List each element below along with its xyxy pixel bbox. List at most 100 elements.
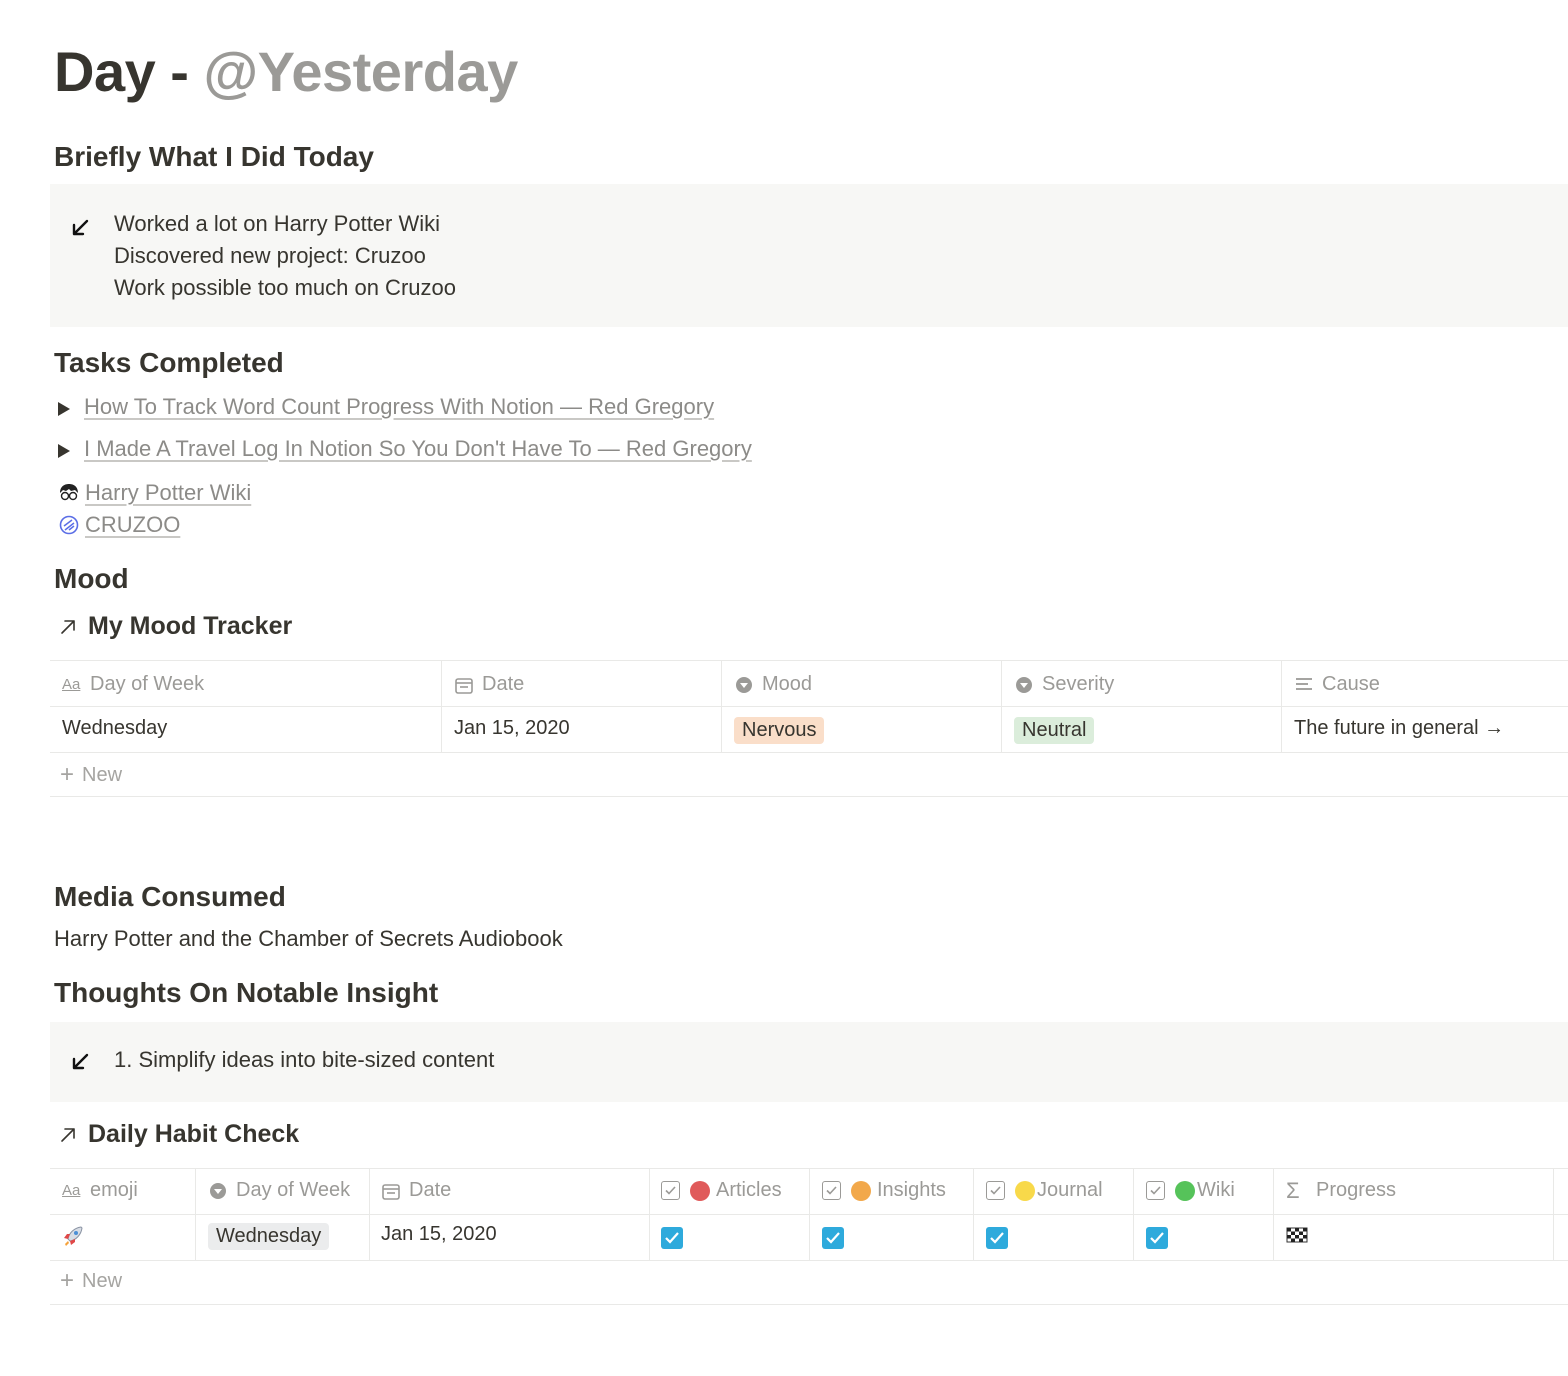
mood-tracker-label: My Mood Tracker (88, 612, 293, 640)
column-header-day[interactable]: Day of Week (208, 1179, 350, 1202)
cell-cause[interactable]: The future in general → (1294, 717, 1504, 740)
habit-title[interactable]: Daily Habit Check (58, 1120, 299, 1149)
task-link[interactable]: How To Track Word Count Progress With No… (84, 394, 714, 420)
checkbox-property-icon (822, 1181, 841, 1200)
journal-checkbox[interactable] (986, 1227, 1008, 1249)
articles-checkbox[interactable] (661, 1227, 683, 1249)
new-row-button[interactable]: + New (60, 1267, 122, 1295)
column-label: Progress (1316, 1179, 1397, 1201)
cell-severity[interactable]: Neutral (1014, 717, 1095, 744)
rocket-icon[interactable] (61, 1224, 85, 1248)
column-header-progress[interactable]: Σ Progress (1286, 1179, 1396, 1202)
cell-day[interactable]: Wednesday (208, 1223, 330, 1250)
checkbox-property-icon (661, 1181, 680, 1200)
media-text: Harry Potter and the Chamber of Secrets … (54, 926, 563, 951)
toggle-item[interactable]: I Made A Travel Log In Notion So You Don… (58, 436, 752, 462)
briefly-heading: Briefly What I Did Today (54, 141, 374, 172)
plus-icon: + (60, 761, 75, 788)
page-mention[interactable]: CRUZOO (58, 512, 180, 538)
column-label: Mood (762, 673, 813, 695)
checkered-flag-icon (1286, 1227, 1308, 1243)
cell-date[interactable]: Jan 15, 2020 (454, 717, 570, 740)
linked-database-arrow-icon (61, 1127, 75, 1142)
column-label: Cause (1322, 673, 1380, 695)
yellow-circle-icon (1015, 1180, 1035, 1201)
page-title: Day - @Yesterday (54, 38, 518, 105)
date-mention[interactable]: @Yesterday (204, 40, 519, 103)
checkbox-property-icon (986, 1181, 1005, 1200)
column-label: Day of Week (236, 1179, 351, 1201)
media-heading: Media Consumed (54, 881, 286, 912)
column-header-wiki[interactable]: Wiki (1146, 1179, 1235, 1202)
mood-tag: Nervous (734, 717, 825, 744)
new-row-button[interactable]: + New (60, 761, 122, 789)
mention-link[interactable]: Harry Potter Wiki (85, 480, 251, 506)
callout-text: Worked a lot on Harry Potter Wiki Discov… (114, 208, 456, 304)
arrow-down-left-icon (72, 219, 89, 236)
toggle-triangle-icon[interactable] (58, 402, 70, 416)
severity-tag: Neutral (1014, 717, 1095, 744)
calendar-icon (382, 1183, 400, 1200)
harry-potter-face-icon (60, 484, 78, 501)
column-label: emoji (90, 1179, 138, 1201)
column-label: Insights (877, 1179, 946, 1201)
linked-database-arrow-icon (61, 619, 75, 634)
plus-icon: + (60, 1267, 75, 1294)
column-header-articles[interactable]: Articles (661, 1179, 782, 1202)
new-row-label: New (82, 763, 123, 786)
calendar-icon (455, 677, 473, 694)
cell-date[interactable]: Jan 15, 2020 (381, 1223, 497, 1246)
cell-day[interactable]: Wednesday (62, 717, 167, 740)
toggle-triangle-icon[interactable] (58, 444, 70, 458)
mood-heading: Mood (54, 563, 129, 594)
toggle-item[interactable]: How To Track Word Count Progress With No… (58, 394, 714, 420)
arrow-down-left-icon (72, 1053, 89, 1070)
column-header-date[interactable]: Date (381, 1179, 451, 1202)
text-property-icon (1296, 677, 1312, 690)
callout-line: Discovered new project: Cruzoo (114, 243, 426, 268)
column-label: Wiki (1197, 1179, 1235, 1201)
task-link[interactable]: I Made A Travel Log In Notion So You Don… (84, 436, 752, 462)
insight-callout[interactable]: 1. Simplify ideas into bite-sized conten… (50, 1022, 1568, 1102)
formula-sigma-icon: Σ (1286, 1177, 1300, 1203)
title-prefix: Day - (54, 40, 204, 103)
column-label: Date (409, 1179, 452, 1201)
cruzoo-logo-icon (59, 515, 79, 535)
habit-title-label: Daily Habit Check (88, 1120, 300, 1148)
title-property-icon: Aa (62, 675, 81, 693)
insights-checkbox[interactable] (822, 1227, 844, 1249)
select-property-icon (736, 676, 752, 693)
column-header-mood[interactable]: Mood (734, 673, 812, 696)
column-label: Date (482, 673, 525, 695)
callout-line: Work possible too much on Cruzoo (114, 275, 456, 300)
green-circle-icon (1175, 1180, 1195, 1201)
briefly-callout[interactable]: Worked a lot on Harry Potter Wiki Discov… (50, 184, 1568, 327)
select-property-icon (210, 1182, 226, 1199)
wiki-checkbox[interactable] (1146, 1227, 1168, 1249)
cell-mood[interactable]: Nervous (734, 717, 825, 744)
column-label: Journal (1037, 1179, 1103, 1201)
column-header-emoji[interactable]: Aa emoji (62, 1179, 138, 1202)
page-mention[interactable]: Harry Potter Wiki (58, 480, 251, 506)
callout-line: Worked a lot on Harry Potter Wiki (114, 211, 441, 236)
column-label: Day of Week (90, 673, 205, 695)
column-label: Articles (716, 1179, 782, 1201)
column-header-cause[interactable]: Cause (1294, 673, 1380, 696)
column-header-insights[interactable]: Insights (822, 1179, 946, 1202)
callout-line: 1. Simplify ideas into bite-sized conten… (114, 1047, 495, 1072)
column-header-date[interactable]: Date (454, 673, 524, 696)
mention-link[interactable]: CRUZOO (85, 512, 180, 538)
new-row-label: New (82, 1269, 123, 1292)
red-circle-icon (690, 1180, 710, 1201)
orange-circle-icon (851, 1180, 871, 1201)
select-property-icon (1016, 676, 1032, 693)
column-header-severity[interactable]: Severity (1014, 673, 1114, 696)
column-header-journal[interactable]: Journal (986, 1179, 1103, 1202)
day-tag: Wednesday (208, 1223, 330, 1250)
title-property-icon: Aa (62, 1181, 81, 1199)
column-header-day[interactable]: Aa Day of Week (62, 673, 204, 696)
checkbox-property-icon (1146, 1181, 1165, 1200)
column-label: Severity (1042, 673, 1115, 695)
mood-tracker-title[interactable]: My Mood Tracker (58, 612, 292, 641)
insight-heading: Thoughts On Notable Insight (54, 977, 439, 1008)
